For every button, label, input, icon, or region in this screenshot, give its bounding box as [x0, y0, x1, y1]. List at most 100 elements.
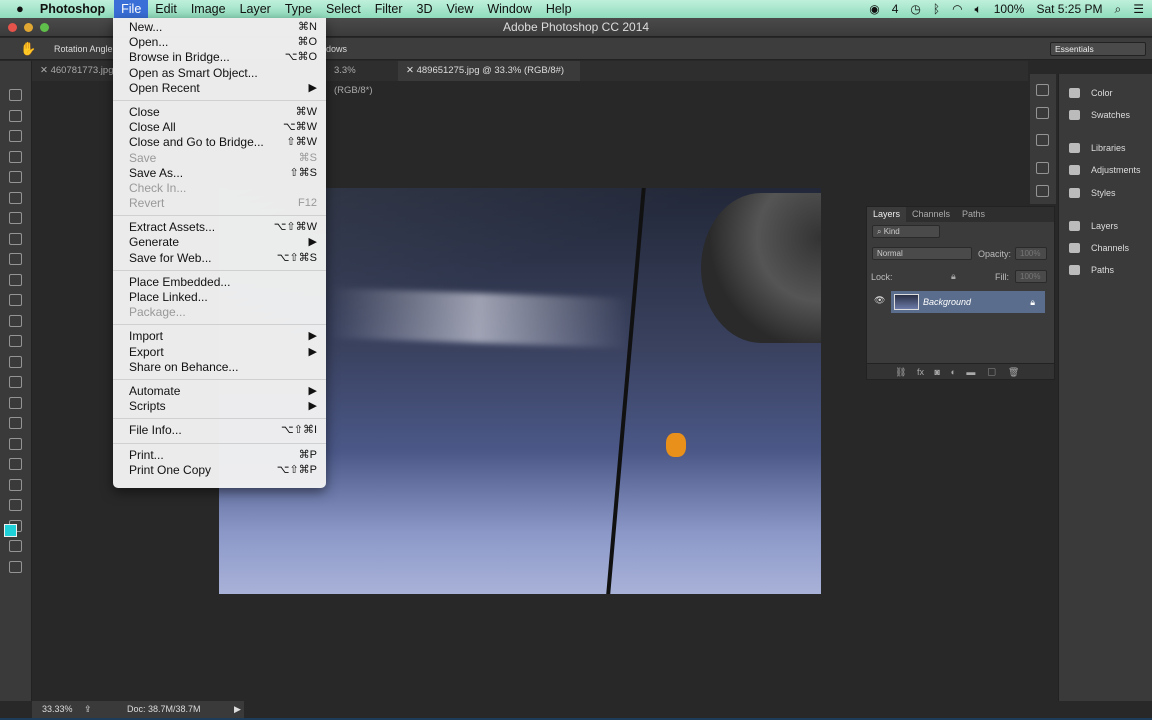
- menu-item-export[interactable]: Export ▶: [113, 345, 326, 360]
- menu-item-close[interactable]: Close ⌘W: [113, 105, 326, 120]
- tab-doc-3[interactable]: ✕ 489651275.jpg @ 33.3% (RGB/8#): [398, 61, 580, 81]
- menu-layer[interactable]: Layer: [233, 0, 278, 18]
- apple-icon[interactable]: ●: [0, 0, 31, 18]
- fill-field[interactable]: 100%: [1015, 270, 1047, 283]
- tool-icon-3[interactable]: [9, 150, 22, 163]
- panel-button-libraries[interactable]: Libraries: [1067, 140, 1126, 156]
- tool-icon-22[interactable]: [9, 540, 22, 552]
- menu-item-extract-assets[interactable]: Extract Assets... ⌥⇧⌘W: [113, 220, 326, 235]
- menu-item-open[interactable]: Open... ⌘O: [113, 35, 326, 50]
- tool-icon-19[interactable]: [9, 478, 22, 491]
- menu-type[interactable]: Type: [278, 0, 319, 18]
- tab-layers[interactable]: Layers: [867, 207, 907, 222]
- menu-view[interactable]: View: [439, 0, 480, 18]
- panel-button-paths[interactable]: Paths: [1067, 262, 1114, 278]
- menu-item-automate[interactable]: Automate ▶: [113, 384, 326, 399]
- menu-select[interactable]: Select: [319, 0, 368, 18]
- panel-icon-0[interactable]: [1036, 84, 1049, 96]
- tab-doc-2[interactable]: 3.3% (RGB/8*): [326, 61, 396, 96]
- layer-row-background[interactable]: Background 🔒︎: [891, 291, 1045, 313]
- tool-icon-15[interactable]: [9, 396, 22, 409]
- tool-icon-0[interactable]: [9, 89, 22, 101]
- layer-filter-select[interactable]: ⌕ Kind: [872, 225, 940, 238]
- menu-app[interactable]: Photoshop: [31, 0, 114, 18]
- menu-item-close-and-go-to-bridge[interactable]: Close and Go to Bridge... ⇧⌘W: [113, 135, 326, 150]
- menu-item-place-linked[interactable]: Place Linked...: [113, 290, 326, 305]
- menu-file[interactable]: File: [114, 0, 149, 18]
- tool-icon-17[interactable]: [9, 437, 22, 450]
- tool-icon-4[interactable]: [9, 171, 22, 183]
- share-icon[interactable]: ⇪: [84, 701, 92, 718]
- opacity-field[interactable]: 100%: [1015, 247, 1047, 260]
- spotlight-icon[interactable]: ⌕: [1115, 0, 1122, 18]
- menu-filter[interactable]: Filter: [368, 0, 410, 18]
- tool-icon-8[interactable]: [9, 253, 22, 265]
- tool-icon-2[interactable]: [9, 130, 22, 142]
- notification-icon[interactable]: ☰: [1133, 0, 1144, 18]
- menu-item-new[interactable]: New... ⌘N: [113, 20, 326, 35]
- battery-status[interactable]: 100%: [994, 0, 1025, 18]
- tool-icon-5[interactable]: [9, 191, 22, 204]
- panel-icon-3[interactable]: [1036, 162, 1049, 174]
- zoom-level[interactable]: 33.33%: [42, 701, 73, 718]
- workspace-select[interactable]: Essentials: [1050, 42, 1146, 56]
- menu-window[interactable]: Window: [480, 0, 538, 18]
- menu-item-share-on-behance[interactable]: Share on Behance...: [113, 360, 326, 375]
- foreground-color-swatch[interactable]: [4, 524, 17, 537]
- menu-item-file-info[interactable]: File Info... ⌥⇧⌘I: [113, 423, 326, 438]
- time-machine-icon[interactable]: ◷: [910, 0, 920, 18]
- bluetooth-icon[interactable]: ᛒ: [933, 0, 940, 18]
- wifi-icon[interactable]: ◠: [952, 0, 962, 18]
- menu-item-browse-in-bridge[interactable]: Browse in Bridge... ⌥⌘O: [113, 50, 326, 65]
- trash-icon[interactable]: 🗑︎: [1008, 367, 1019, 377]
- blend-mode-select[interactable]: Normal: [872, 247, 972, 260]
- status-menu-arrow-icon[interactable]: ▶: [234, 701, 241, 718]
- tool-icon-18[interactable]: [9, 458, 22, 470]
- tool-icon-6[interactable]: [9, 212, 22, 224]
- menu-help[interactable]: Help: [539, 0, 579, 18]
- lock-icon[interactable]: 🔒︎: [951, 271, 956, 282]
- panel-button-swatches[interactable]: Swatches: [1067, 107, 1130, 123]
- zoom-window-button[interactable]: [40, 23, 49, 32]
- tool-icon-23[interactable]: [9, 560, 22, 573]
- tool-icon-13[interactable]: [9, 355, 22, 368]
- menu-item-close-all[interactable]: Close All ⌥⌘W: [113, 120, 326, 135]
- menu-item-print[interactable]: Print... ⌘P: [113, 448, 326, 463]
- mask-icon[interactable]: ◙: [934, 367, 939, 377]
- tool-icon-16[interactable]: [9, 417, 22, 429]
- menu-item-save-for-web[interactable]: Save for Web... ⌥⇧⌘S: [113, 251, 326, 266]
- menu-item-scripts[interactable]: Scripts ▶: [113, 399, 326, 414]
- tab-paths[interactable]: Paths: [956, 207, 991, 222]
- link-layers-icon[interactable]: ⛓: [895, 367, 906, 377]
- menu-item-open-recent[interactable]: Open Recent ▶: [113, 81, 326, 96]
- adjustment-icon[interactable]: ◐: [950, 367, 955, 377]
- tool-icon-9[interactable]: [9, 273, 22, 286]
- menu-item-generate[interactable]: Generate ▶: [113, 235, 326, 250]
- tool-icon-7[interactable]: [9, 232, 22, 245]
- panel-icon-1[interactable]: [1036, 107, 1049, 119]
- menu-image[interactable]: Image: [184, 0, 233, 18]
- menu-item-import[interactable]: Import ▶: [113, 329, 326, 344]
- panel-button-channels[interactable]: Channels: [1067, 240, 1129, 256]
- fx-icon[interactable]: fx: [917, 367, 924, 377]
- panel-button-adjustments[interactable]: Adjustments: [1067, 162, 1141, 178]
- rotate-all-windows-checkbox[interactable]: dows: [326, 38, 347, 60]
- adobe-count[interactable]: 4: [892, 0, 899, 18]
- tool-icon-10[interactable]: [9, 294, 22, 306]
- new-layer-icon[interactable]: ◻: [986, 367, 997, 377]
- rotate-view-tool-icon[interactable]: ✋: [20, 38, 36, 60]
- panel-button-styles[interactable]: Styles: [1067, 185, 1116, 201]
- menu-item-place-embedded[interactable]: Place Embedded...: [113, 275, 326, 290]
- menu-edit[interactable]: Edit: [148, 0, 184, 18]
- tab-channels[interactable]: Channels: [906, 207, 956, 222]
- panel-button-color[interactable]: Color: [1067, 85, 1113, 101]
- menu-item-print-one-copy[interactable]: Print One Copy ⌥⇧⌘P: [113, 463, 326, 478]
- volume-icon[interactable]: 🔈︎: [975, 0, 982, 18]
- tool-icon-12[interactable]: [9, 335, 22, 347]
- menu-item-save-as[interactable]: Save As... ⇧⌘S: [113, 166, 326, 181]
- panel-button-layers[interactable]: Layers: [1067, 218, 1118, 234]
- clock[interactable]: Sat 5:25 PM: [1036, 0, 1102, 18]
- close-window-button[interactable]: [8, 23, 17, 32]
- panel-icon-4[interactable]: [1036, 185, 1049, 197]
- tool-icon-20[interactable]: [9, 499, 22, 511]
